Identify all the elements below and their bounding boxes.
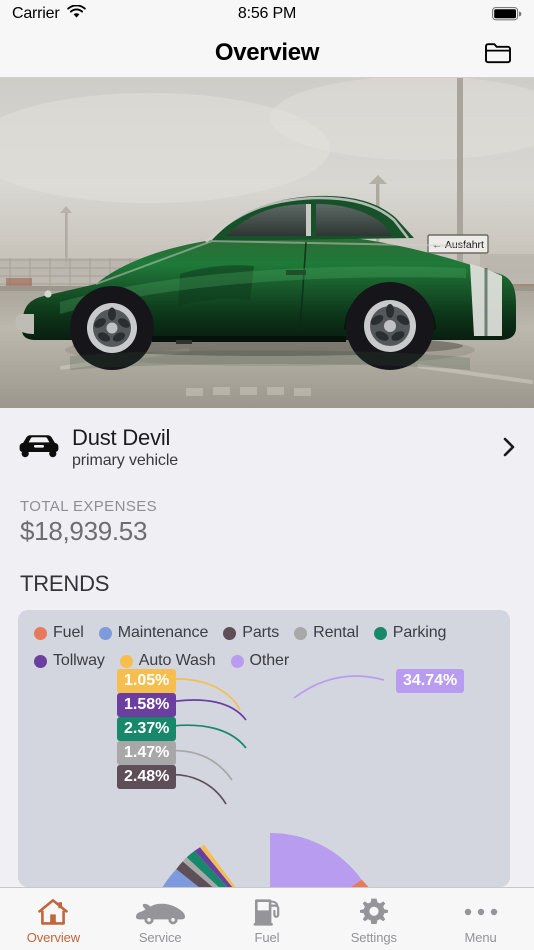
total-expenses-value: $18,939.53 (20, 516, 148, 546)
legend-swatch-fuel (34, 626, 47, 640)
legend-label-rental: Rental (313, 624, 359, 641)
legend-swatch-tollway (34, 654, 47, 668)
callout-rental-label: 1.47% (124, 744, 170, 761)
battery-full-icon (492, 7, 522, 21)
callout-parking-label: 2.37% (124, 720, 170, 737)
legend-item-maintenance[interactable]: Maintenance (98, 624, 209, 642)
trends-chart-card[interactable]: Fuel Maintenance Parts Rental Parking To… (18, 610, 510, 887)
tab-label-overview: Overview (26, 930, 81, 945)
callout-parts-label: 2.48% (124, 768, 170, 785)
legend-label-fuel: Fuel (53, 624, 84, 641)
status-bar-time: 8:56 PM (237, 5, 297, 22)
legend-item-fuel[interactable]: Fuel (34, 624, 84, 642)
legend-item-parts[interactable]: Parts (223, 624, 279, 642)
callout-rental[interactable]: 1.47% (117, 741, 177, 765)
donut-leader-lines (157, 675, 385, 805)
vehicle-photo[interactable]: ← Ausfahrt (0, 78, 534, 408)
callout-auto-wash-label: 1.05% (124, 672, 170, 689)
car-front-icon (18, 432, 72, 462)
folder-icon[interactable] (478, 33, 518, 73)
tab-label-settings: Settings (350, 930, 397, 945)
donut-slices (162, 832, 369, 887)
car-side-icon (133, 897, 187, 927)
legend-swatch-parts (223, 626, 237, 640)
nav-bar: Overview (0, 28, 534, 78)
legend-label-maintenance: Maintenance (117, 624, 209, 641)
tab-label-service: Service (138, 930, 182, 945)
callout-tollway-label: 1.58% (124, 696, 170, 713)
vehicle-photo-illustration: ← Ausfahrt (0, 78, 534, 408)
vehicle-text: Dust Devil primary vehicle (72, 425, 178, 470)
legend-label-parts: Parts (242, 624, 280, 641)
legend-swatch-auto-wash (119, 654, 133, 668)
tab-label-menu: Menu (464, 930, 497, 945)
ellipsis-icon (463, 897, 499, 927)
fuel-pump-icon (252, 897, 282, 927)
callout-parking[interactable]: 2.37% (117, 717, 177, 741)
legend-item-parking[interactable]: Parking (373, 624, 447, 642)
leader-line-other (293, 675, 385, 699)
legend-swatch-maintenance (98, 626, 112, 640)
legend-label-parking: Parking (392, 624, 447, 641)
tab-menu[interactable]: Menu (427, 888, 534, 950)
donut-chart[interactable]: 34.74% 1.05% 1.58% 2.37% 1.47% 2.48% (18, 668, 510, 887)
chart-legend: Fuel Maintenance Parts Rental Parking To… (18, 610, 510, 670)
status-bar: Carrier 8:56 PM (0, 0, 534, 28)
callout-other-label: 34.74% (403, 672, 458, 689)
tab-fuel[interactable]: Fuel (214, 888, 321, 950)
tab-settings[interactable]: Settings (320, 888, 427, 950)
tab-service[interactable]: Service (107, 888, 214, 950)
donut-chart-svg (157, 675, 385, 887)
page-title: Overview (214, 38, 320, 66)
tab-overview[interactable]: Overview (0, 888, 107, 950)
legend-swatch-other (230, 654, 244, 668)
legend-swatch-rental (294, 626, 308, 640)
callout-tollway[interactable]: 1.58% (117, 693, 177, 717)
callout-auto-wash[interactable]: 1.05% (117, 669, 177, 693)
home-icon (37, 897, 69, 927)
tab-bar: Overview Service Fuel Settings Menu (0, 887, 534, 950)
chevron-right-icon[interactable] (502, 436, 516, 458)
total-expenses-label: TOTAL EXPENSES (20, 498, 158, 515)
legend-swatch-parking (373, 626, 387, 640)
legend-row: Fuel Maintenance Parts Rental Parking (34, 624, 494, 642)
vehicle-name: Dust Devil (72, 424, 171, 450)
callout-parts[interactable]: 2.48% (117, 765, 177, 789)
total-expenses-block: TOTAL EXPENSES $18,939.53 (0, 486, 534, 547)
vehicle-subtitle: primary vehicle (72, 451, 179, 469)
slice-other (270, 832, 362, 887)
ausfahrt-sign: ← Ausfahrt (427, 234, 489, 254)
trends-section-title: TRENDS (20, 571, 110, 596)
legend-item-rental[interactable]: Rental (294, 624, 359, 642)
vehicle-row[interactable]: Dust Devil primary vehicle (0, 408, 534, 486)
gear-icon (359, 897, 389, 927)
tab-label-fuel: Fuel (254, 930, 280, 945)
callout-other[interactable]: 34.74% (396, 669, 465, 693)
